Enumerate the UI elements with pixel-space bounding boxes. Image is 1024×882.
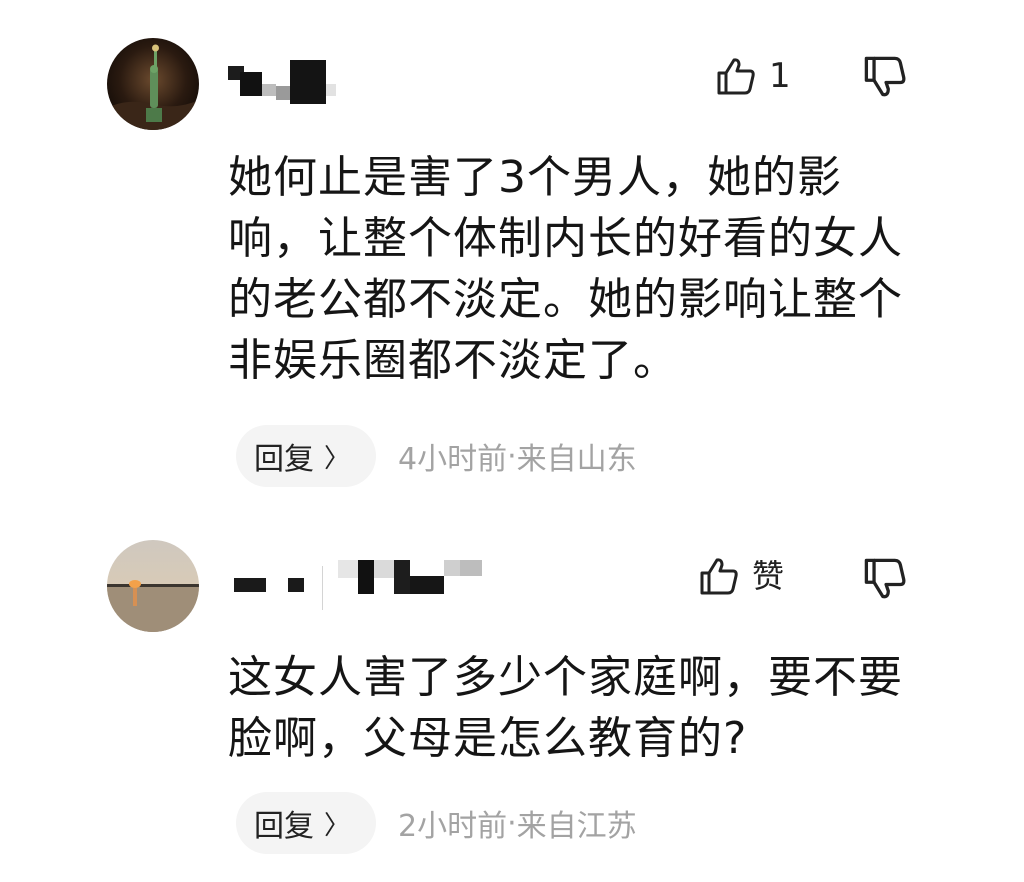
sunset-avatar-image <box>107 540 199 632</box>
username-mosaic-block <box>338 560 358 578</box>
comment-meta: 2小时前 · 来自江苏 <box>398 792 637 854</box>
comment-time: 4小时前 <box>398 442 508 477</box>
thumbs-down-icon <box>864 558 906 599</box>
comment-meta: 4小时前 · 来自山东 <box>398 425 637 487</box>
comment-location: 来自山东 <box>516 442 637 477</box>
username-pixelated[interactable] <box>228 60 338 104</box>
comment-text: 她何止是害了3个男人，她的影响，让整个体制内长的好看的女人的老公都不淡定。她的影… <box>228 152 903 386</box>
username-mosaic-block <box>326 84 336 96</box>
username-mosaic-block <box>410 576 444 594</box>
chevron-right-icon: 〉 <box>324 810 351 841</box>
username-mosaic-block <box>288 578 304 592</box>
like-count: 1 <box>769 56 791 96</box>
username-mosaic-block <box>444 560 460 576</box>
username-mosaic-block <box>322 566 323 610</box>
username-mosaic-block <box>394 560 410 594</box>
comment-item: 1 她何止是害了3个男人，她的影响，让整个体制内长的好看的女人的老公都不淡定。她… <box>0 0 1024 500</box>
comment-location: 来自江苏 <box>516 809 637 844</box>
dislike-button[interactable] <box>862 54 910 102</box>
username-mosaic-block <box>374 560 394 578</box>
username-mosaic-block <box>234 578 266 592</box>
meta-separator: · <box>507 805 517 841</box>
username-mosaic-block <box>276 86 290 100</box>
username-mosaic-block <box>240 72 262 96</box>
avatar[interactable] <box>107 38 199 130</box>
reply-button[interactable]: 回复 〉 <box>236 425 377 487</box>
username-mosaic-block <box>460 560 482 576</box>
username-pixelated[interactable] <box>228 556 488 610</box>
like-button[interactable]: 1 <box>715 52 835 100</box>
dislike-button[interactable] <box>862 556 910 604</box>
like-button[interactable]: 赞 <box>698 552 818 600</box>
username-mosaic-block <box>290 60 326 104</box>
like-label: 赞 <box>752 557 785 595</box>
avatar[interactable] <box>107 540 199 632</box>
meta-separator: · <box>507 438 517 474</box>
thumbs-down-icon <box>864 56 906 97</box>
comment-item: 赞 这女人害了多少个家庭啊，要不要脸啊，父母是怎么教育的? 回复 〉 2小时前 … <box>0 500 1024 882</box>
thumbs-up-icon <box>717 58 755 95</box>
reply-label: 回复 <box>254 442 314 477</box>
username-mosaic-block <box>358 560 374 594</box>
reply-button[interactable]: 回复 〉 <box>236 792 377 854</box>
thumbs-up-icon <box>700 558 738 595</box>
comment-time: 2小时前 <box>398 809 508 844</box>
reply-label: 回复 <box>254 809 314 844</box>
chevron-right-icon: 〉 <box>324 443 351 474</box>
statue-avatar-image <box>107 38 199 130</box>
comment-text: 这女人害了多少个家庭啊，要不要脸啊，父母是怎么教育的? <box>228 652 903 764</box>
username-mosaic-block <box>262 84 276 96</box>
